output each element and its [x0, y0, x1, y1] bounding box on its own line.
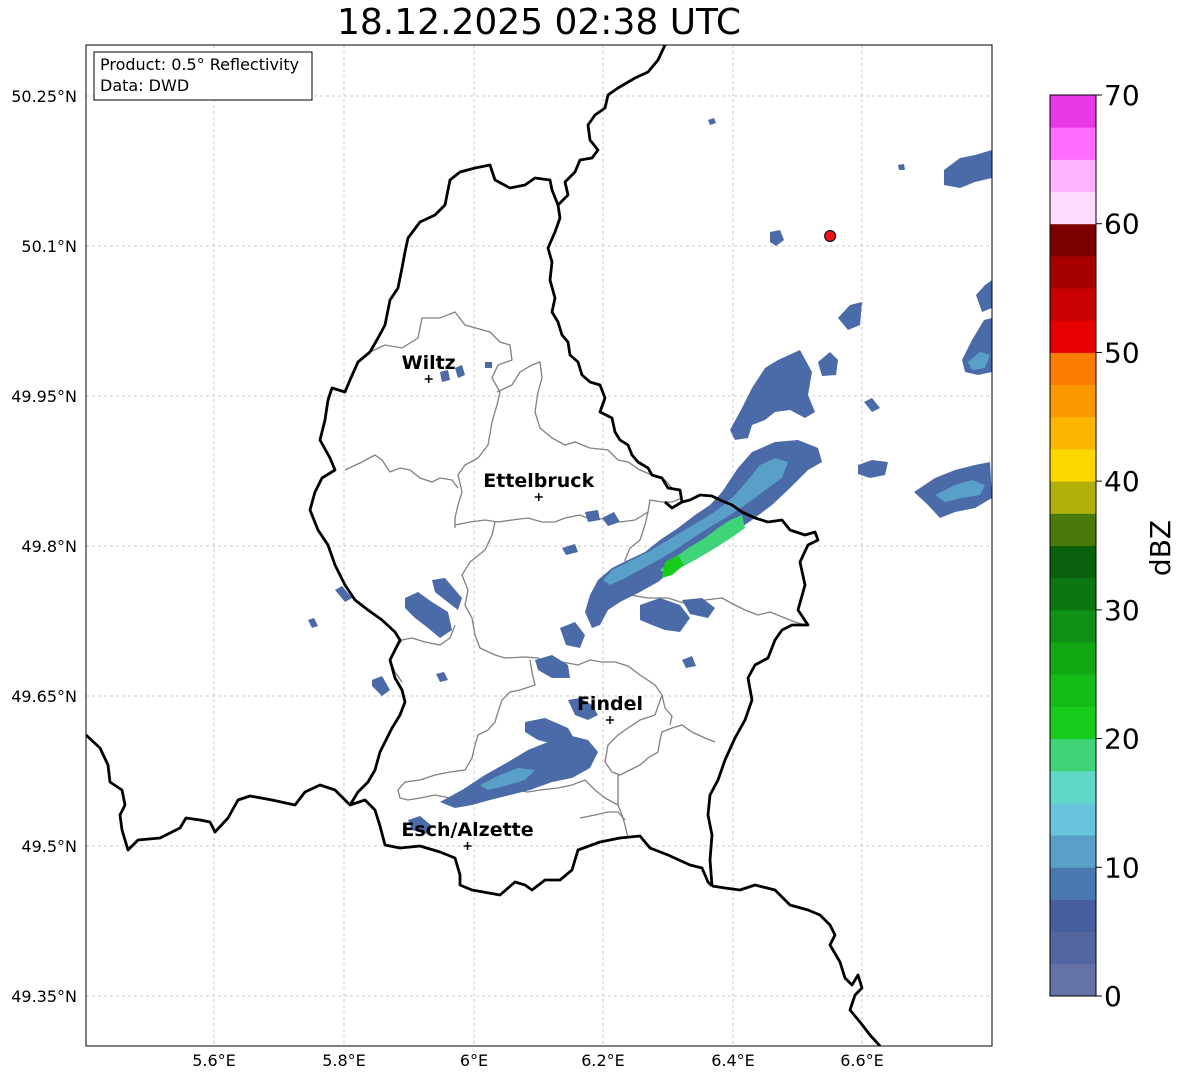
plot-frame [85, 44, 993, 1047]
colorbar-segment [1050, 191, 1096, 225]
colorbar-segment [1050, 706, 1096, 740]
echo-cell [730, 350, 815, 440]
colorbar-segment [1050, 223, 1096, 257]
lat-tick-label: 50.25°N [11, 87, 77, 106]
colorbar-segment [1050, 609, 1096, 643]
echo-cell [864, 398, 880, 412]
longitude-tick-labels: 5.6°E 5.8°E 6°E 6.2°E 6.4°E 6.6°E [192, 1051, 884, 1070]
colorbar-segment [1050, 738, 1096, 772]
lat-tick-label: 49.35°N [11, 987, 77, 1006]
echo-cell [436, 672, 448, 682]
echo-cell [525, 718, 575, 745]
colorbar-segment [1050, 513, 1096, 546]
city-marker: Ettelbruck [483, 470, 595, 501]
echo-cell [535, 655, 570, 678]
echo-cell [770, 230, 784, 246]
echo-cell [485, 362, 492, 368]
echo-cell [898, 164, 905, 170]
echo-cell [818, 352, 838, 376]
colorbar-segment [1050, 867, 1096, 900]
colorbar-label: dBZ [1144, 520, 1177, 576]
lon-tick-label: 5.8°E [322, 1051, 366, 1070]
colorbar-segment [1050, 770, 1096, 804]
echo-cell [585, 510, 600, 522]
info-box: Product: 0.5° Reflectivity Data: DWD [93, 51, 313, 101]
colorbar-segment [1050, 642, 1096, 675]
lat-tick-label: 49.65°N [11, 687, 77, 706]
lon-tick-label: 5.6°E [192, 1051, 236, 1070]
echo-cell [372, 676, 390, 696]
colorbar-tick-label: 50 [1104, 336, 1140, 369]
colorbar-tick-label: 60 [1104, 208, 1140, 241]
city-label: Ettelbruck [483, 470, 594, 492]
echo-cell [560, 622, 585, 648]
colorbar-segment [1050, 448, 1096, 482]
lon-tick-label: 6.2°E [581, 1051, 625, 1070]
colorbar-segment [1050, 95, 1096, 128]
colorbar-segment [1050, 255, 1096, 289]
colorbar-segment [1050, 320, 1096, 353]
colorbar-segment [1050, 802, 1096, 836]
country-borders [86, 45, 882, 1046]
colorbar-tick-label: 30 [1104, 594, 1140, 627]
colorbar-segment [1050, 545, 1096, 579]
lon-tick-label: 6.6°E [840, 1051, 884, 1070]
echo-cell [308, 618, 318, 628]
echo-cell [858, 460, 888, 478]
city-label: Findel [577, 693, 643, 715]
lat-tick-label: 49.8°N [21, 537, 77, 556]
lat-tick-label: 49.5°N [21, 837, 77, 856]
latitude-tick-labels: 50.25°N 50.1°N 49.95°N 49.8°N 49.65°N 49.5°N 4… [11, 87, 77, 1006]
colorbar-segment [1050, 384, 1096, 418]
echo-cell [562, 544, 578, 555]
info-data-source: Data: DWD [100, 76, 189, 95]
radar-map: Wiltz Ettelbruck Findel Esch/Alzette Produc… [11, 44, 1177, 1070]
colorbar-segment [1050, 931, 1096, 965]
colorbar-segment [1050, 416, 1096, 450]
colorbar-tick-label: 70 [1104, 79, 1140, 112]
info-product: Product: 0.5° Reflectivity [100, 55, 299, 74]
gridlines [86, 45, 992, 1046]
lon-tick-label: 6°E [460, 1051, 488, 1070]
colorbar-tick-label: 10 [1104, 851, 1140, 884]
colorbar-segment [1050, 127, 1096, 160]
city-label: Wiltz [402, 352, 456, 374]
colorbar-segment [1050, 835, 1096, 868]
echo-cell [602, 512, 620, 526]
colorbar-tick-label: 20 [1104, 723, 1140, 756]
echo-cell [838, 302, 862, 330]
colorbar-tick-label: 40 [1104, 465, 1140, 498]
radar-echoes [308, 118, 992, 834]
colorbar-segment [1050, 159, 1096, 193]
colorbar-segment [1050, 288, 1096, 321]
city-label: Esch/Alzette [401, 819, 533, 841]
colorbar-segment [1050, 674, 1096, 707]
colorbar-segment [1050, 577, 1096, 611]
colorbar-segment [1050, 481, 1096, 514]
colorbar-segment [1050, 352, 1096, 386]
radar-site-marker [824, 230, 837, 242]
echo-cell [976, 280, 992, 312]
colorbar-segment [1050, 963, 1096, 997]
colorbar: 0 10 20 30 40 50 60 70 [1049, 79, 1140, 1013]
echo-cell [455, 365, 465, 378]
echo-cell [944, 150, 992, 188]
echo-cell [682, 656, 696, 668]
echo-cell [708, 118, 716, 125]
lon-tick-label: 6.4°E [711, 1051, 755, 1070]
colorbar-tick-label: 0 [1104, 980, 1122, 1013]
lat-tick-label: 49.95°N [11, 387, 77, 406]
colorbar-segment [1050, 899, 1096, 933]
lat-tick-label: 50.1°N [21, 237, 77, 256]
